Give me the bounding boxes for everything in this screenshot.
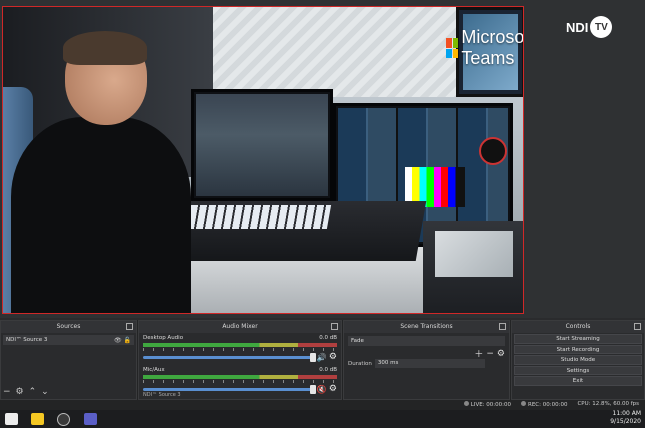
undock-icon[interactable] [331, 323, 338, 330]
ndi-tv-logo: NDI TV [566, 14, 622, 40]
sources-toolbar: − ⚙ ⌃ ⌄ [3, 387, 49, 397]
volume-slider-thumb[interactable] [309, 385, 316, 394]
undock-icon[interactable] [634, 323, 641, 330]
transition-select-value: Fade [351, 338, 364, 344]
obs-window: Microsoft Teams NDI TV Sources NDI™ Sour… [0, 0, 645, 428]
move-up-icon[interactable]: ⌃ [29, 387, 37, 397]
ndi-label: NDI [566, 19, 589, 35]
operator-body [11, 117, 191, 313]
undock-icon[interactable] [126, 323, 133, 330]
rec-time: REC: 00:00:00 [528, 402, 568, 408]
level-meter [143, 343, 337, 347]
status-bar: LIVE: 00:00:00 REC: 00:00:00 CPU: 12.8%,… [0, 400, 645, 410]
monitor-left [191, 89, 333, 201]
controls-title: Controls [565, 323, 591, 330]
rec-indicator-icon [521, 401, 526, 406]
remove-source-icon[interactable]: − [3, 387, 11, 397]
store-icon[interactable] [5, 413, 18, 425]
eye-icon[interactable]: 👁 [114, 337, 122, 344]
level-meter [143, 375, 337, 379]
scene-transitions-dock: Scene Transitions Fade ＋ − ⚙ Duration 30… [343, 320, 510, 400]
speaker-icon[interactable]: 🔊 [317, 353, 327, 362]
channel-name: Mic/Aux [143, 367, 165, 373]
sticky-notes-icon[interactable] [31, 413, 44, 425]
teams-logo: Microsoft Teams [446, 27, 524, 69]
audio-mixer-dock-title: Audio Mixer [139, 321, 341, 333]
studio-clock [479, 137, 507, 165]
move-down-icon[interactable]: ⌄ [41, 387, 49, 397]
tray-time: 11:00 AM [612, 410, 641, 417]
source-item[interactable]: NDI™ Source 3 👁 🔓 [3, 335, 134, 345]
cpu-status: CPU: 12.8%, 60.00 fps [577, 401, 639, 407]
duration-input[interactable]: 300 ms [374, 359, 485, 368]
sources-dock-title: Sources [1, 321, 136, 333]
microsoft-logo-icon [446, 38, 459, 58]
speaker-muted-icon[interactable]: 🔇 [317, 385, 327, 394]
remove-transition-icon[interactable]: − [486, 349, 494, 359]
duration-label: Duration [348, 360, 372, 367]
docks: Sources NDI™ Source 3 👁 🔓 − ⚙ ⌃ ⌄ Audio … [0, 320, 645, 400]
channel-db: 0.0 dB [319, 367, 337, 373]
volume-slider[interactable] [143, 353, 316, 362]
lock-icon[interactable]: 🔓 [124, 337, 131, 344]
live-indicator-icon [463, 401, 469, 406]
live-status: LIVE: 00:00:00 [463, 401, 511, 408]
studio-mode-button[interactable]: Studio Mode [514, 355, 642, 365]
gear-icon[interactable]: ⚙ [497, 349, 505, 359]
meter-ticks [143, 348, 337, 351]
console-keys [186, 205, 332, 229]
teams-brand-text: Microsoft Teams [461, 27, 524, 68]
transition-select[interactable]: Fade [348, 336, 505, 346]
controls-dock: Controls Start Streaming Start Recording… [511, 320, 645, 400]
scene-transitions-title: Scene Transitions [400, 323, 453, 330]
volume-slider-thumb[interactable] [309, 353, 316, 362]
operator-hair [63, 31, 147, 65]
controls-dock-title: Controls [512, 321, 644, 333]
live-time: LIVE: 00:00:00 [470, 402, 511, 408]
gear-icon[interactable]: ⚙ [329, 353, 337, 362]
mixer-channel-desktop: Desktop Audio 0.0 dB 🔊 ⚙ [139, 333, 341, 365]
audio-console-screen [435, 231, 513, 277]
gear-icon[interactable]: ⚙ [16, 387, 24, 397]
audio-mixer-dock: Audio Mixer Desktop Audio 0.0 dB 🔊 ⚙ Mic… [138, 320, 342, 400]
obs-icon[interactable] [57, 413, 70, 426]
source-item-label: NDI™ Source 3 [6, 337, 48, 343]
mixer-channel-ndi: NDI™ Source 3 [143, 392, 181, 398]
rec-status: REC: 00:00:00 [521, 401, 567, 408]
sources-title: Sources [56, 323, 81, 330]
start-streaming-button[interactable]: Start Streaming [514, 334, 642, 344]
channel-db: 0.0 dB [319, 335, 337, 341]
preview-area: Microsoft Teams NDI TV [0, 0, 645, 318]
teams-icon[interactable] [84, 413, 97, 425]
tv-label: TV [590, 16, 613, 38]
start-recording-button[interactable]: Start Recording [514, 344, 642, 354]
scene-transitions-dock-title: Scene Transitions [344, 321, 509, 333]
sources-dock: Sources NDI™ Source 3 👁 🔓 − ⚙ ⌃ ⌄ [0, 320, 137, 400]
program-preview[interactable]: Microsoft Teams [2, 6, 524, 314]
tray-date: 9/15/2020 [610, 418, 641, 425]
settings-button[interactable]: Settings [514, 365, 642, 375]
tray-clock[interactable]: 11:00 AM 9/15/2020 [610, 410, 641, 426]
exit-button[interactable]: Exit [514, 376, 642, 386]
volume-slider[interactable] [143, 385, 316, 394]
taskbar: 11:00 AM 9/15/2020 [0, 410, 645, 428]
meter-ticks [143, 380, 337, 383]
gear-icon[interactable]: ⚙ [329, 385, 337, 394]
channel-name: Desktop Audio [143, 335, 184, 341]
audio-mixer-title: Audio Mixer [222, 323, 258, 330]
undock-icon[interactable] [499, 323, 506, 330]
